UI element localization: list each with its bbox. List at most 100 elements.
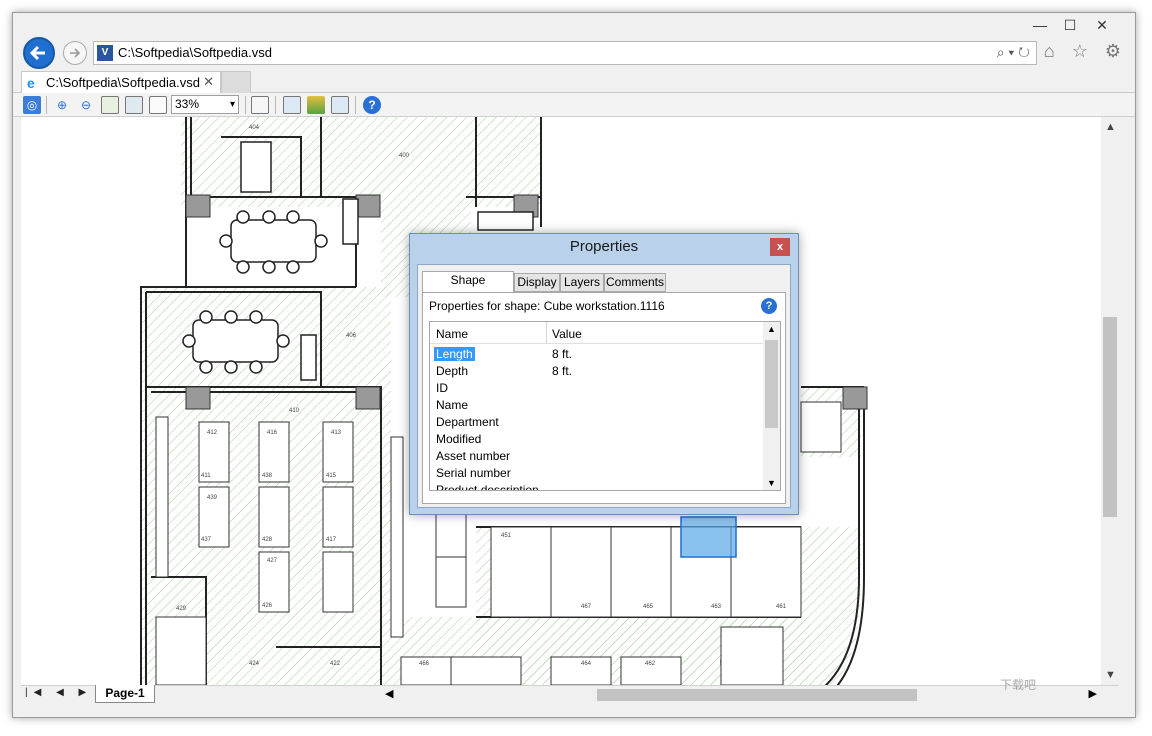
property-value[interactable]: 8 ft. <box>552 347 572 361</box>
column-header-name[interactable]: Name <box>436 327 468 341</box>
property-name[interactable]: Modified <box>434 432 483 446</box>
svg-text:427: 427 <box>267 558 278 564</box>
zoom-out-icon[interactable]: ⊖ <box>77 96 95 114</box>
grid-header: Name Value <box>430 322 764 344</box>
table-row[interactable]: Modified <box>430 431 764 448</box>
svg-text:428: 428 <box>262 537 273 543</box>
horizontal-scroll-thumb[interactable] <box>597 689 917 701</box>
browser-window: — ☐ ✕ V C:\Softpedia\Softpedia.vsd ⌕ ▾ ↻… <box>12 12 1136 718</box>
viewer-toolbar: ◎ ⊕ ⊖ 33% ▾ ? <box>13 93 1135 117</box>
svg-text:426: 426 <box>262 603 273 609</box>
dialog-title: Properties <box>569 238 639 255</box>
properties-grid[interactable]: Name Value Length 8 ft. Depth 8 ft. ID Name De… <box>429 321 781 491</box>
dialog-close-button[interactable]: x <box>770 238 790 256</box>
forward-arrow-icon <box>70 48 81 58</box>
globe-icon[interactable]: ◎ <box>23 96 41 114</box>
address-row: V C:\Softpedia\Softpedia.vsd ⌕ ▾ ↻ ⌂ ☆ ⚙ <box>13 37 1135 71</box>
page-tab[interactable]: Page-1 <box>95 685 155 703</box>
home-favorites-settings-icons[interactable]: ⌂ ☆ ⚙ <box>1044 41 1127 62</box>
search-refresh-icons[interactable]: ⌕ ▾ ↻ <box>997 44 1030 61</box>
property-name[interactable]: ID <box>434 381 450 395</box>
property-name[interactable]: Name <box>434 398 470 412</box>
print-icon[interactable] <box>251 96 269 114</box>
tab-layers[interactable]: Layers <box>560 273 604 292</box>
svg-text:439: 439 <box>207 495 218 501</box>
property-name[interactable]: Department <box>434 415 501 429</box>
property-name[interactable]: Length <box>434 347 475 361</box>
svg-text:461: 461 <box>776 604 787 610</box>
layers-icon[interactable] <box>307 96 325 114</box>
visio-file-icon: V <box>97 45 113 61</box>
fit-page-icon[interactable] <box>101 96 119 114</box>
minimize-button[interactable]: — <box>1025 15 1055 35</box>
pages-icon[interactable] <box>283 96 301 114</box>
address-url[interactable]: C:\Softpedia\Softpedia.vsd <box>118 45 272 60</box>
table-row[interactable]: Serial number <box>430 465 764 482</box>
table-row[interactable]: Depth 8 ft. <box>430 363 764 380</box>
toolbar-separator <box>355 96 356 114</box>
scroll-up-icon[interactable]: ▲ <box>767 324 776 334</box>
scroll-left-icon[interactable]: ◀ <box>385 687 393 700</box>
svg-text:429: 429 <box>176 606 187 612</box>
scroll-up-icon[interactable]: ▲ <box>1105 121 1116 133</box>
forward-button[interactable] <box>63 41 87 65</box>
svg-text:424: 424 <box>249 661 260 667</box>
zoom-in-icon[interactable]: ⊕ <box>53 96 71 114</box>
table-row[interactable]: ID <box>430 380 764 397</box>
properties-for-label: Properties for shape: Cube workstation.1… <box>429 299 665 313</box>
svg-text:411: 411 <box>201 473 211 479</box>
close-window-button[interactable]: ✕ <box>1087 15 1117 35</box>
toolbar-separator <box>245 96 246 114</box>
help-icon[interactable]: ? <box>363 96 381 114</box>
svg-text:437: 437 <box>201 537 212 543</box>
svg-text:400: 400 <box>399 153 410 159</box>
column-header-value[interactable]: Value <box>552 327 582 341</box>
property-value[interactable]: 8 ft. <box>552 364 572 378</box>
actual-size-icon[interactable] <box>149 96 167 114</box>
grid-scroll-thumb[interactable] <box>765 340 778 428</box>
tab-comments[interactable]: Comments <box>604 273 666 292</box>
table-row[interactable]: Length 8 ft. <box>430 346 764 363</box>
column-divider[interactable] <box>546 322 547 344</box>
address-bar[interactable]: V C:\Softpedia\Softpedia.vsd ⌕ ▾ ↻ <box>93 41 1037 65</box>
svg-text:467: 467 <box>581 604 592 610</box>
shape-properties-panel: Properties for shape: Cube workstation.1… <box>422 292 786 504</box>
help-icon[interactable]: ? <box>761 298 777 314</box>
scroll-down-icon[interactable]: ▼ <box>1105 669 1116 681</box>
zoom-select[interactable]: 33% ▾ <box>171 95 239 114</box>
property-name[interactable]: Asset number <box>434 449 512 463</box>
vertical-scroll-thumb[interactable] <box>1103 317 1117 517</box>
tab-close-icon[interactable]: ✕ <box>203 74 214 90</box>
svg-text:406: 406 <box>346 333 357 339</box>
title-bar: — ☐ ✕ <box>13 13 1135 39</box>
grid-scrollbar[interactable]: ▲ ▼ <box>763 322 780 490</box>
fit-width-icon[interactable] <box>125 96 143 114</box>
ie-icon: e <box>27 75 35 91</box>
table-row[interactable]: Product description <box>430 482 764 490</box>
properties-panel-icon[interactable] <box>331 96 349 114</box>
svg-text:404: 404 <box>249 125 260 131</box>
table-row[interactable]: Name <box>430 397 764 414</box>
tab-display[interactable]: Display <box>514 273 560 292</box>
table-row[interactable]: Asset number <box>430 448 764 465</box>
svg-text:465: 465 <box>643 604 654 610</box>
svg-text:417: 417 <box>326 537 337 543</box>
back-button[interactable] <box>23 37 55 69</box>
table-row[interactable]: Department <box>430 414 764 431</box>
tab-shape-properties[interactable]: Shape Properties <box>422 271 514 304</box>
property-name[interactable]: Depth <box>434 364 470 378</box>
horizontal-scrollbar[interactable]: ◀ ▶ <box>381 687 1101 703</box>
property-name[interactable]: Serial number <box>434 466 513 480</box>
property-name[interactable]: Product description <box>434 483 541 490</box>
watermark: 下载吧 <box>1000 678 1037 692</box>
new-tab-button[interactable] <box>221 71 251 93</box>
svg-text:462: 462 <box>645 661 656 667</box>
svg-text:416: 416 <box>267 430 278 436</box>
scroll-right-icon[interactable]: ▶ <box>1089 687 1097 700</box>
vertical-scrollbar[interactable]: ▲ ▼ <box>1101 117 1119 685</box>
maximize-button[interactable]: ☐ <box>1055 15 1085 35</box>
browser-tab[interactable]: e C:\Softpedia\Softpedia.vsd ✕ <box>21 71 221 93</box>
scroll-down-icon[interactable]: ▼ <box>767 478 776 488</box>
svg-text:415: 415 <box>326 473 337 479</box>
svg-text:412: 412 <box>207 430 218 436</box>
